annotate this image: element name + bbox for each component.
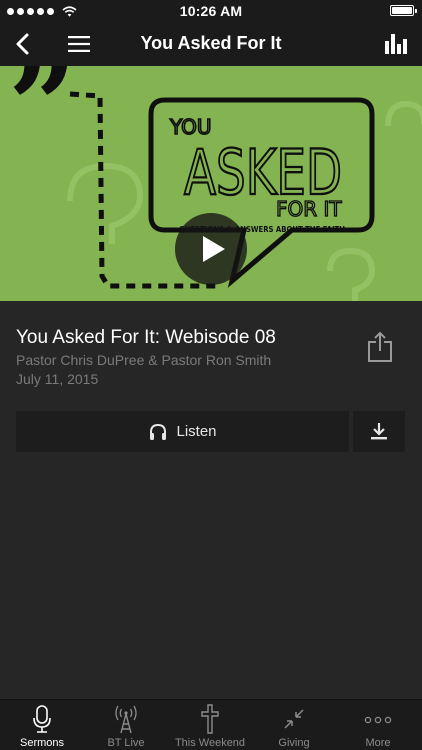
tab-this-weekend[interactable]: This Weekend: [168, 700, 252, 750]
signal-strength-icon: [7, 6, 77, 17]
status-time: 10:26 AM: [179, 3, 243, 19]
tab-sermons[interactable]: Sermons: [0, 700, 84, 750]
play-button[interactable]: [175, 213, 247, 285]
collapse-arrows-icon: [284, 709, 304, 729]
tab-giving[interactable]: Giving: [252, 700, 336, 750]
episode-speakers: Pastor Chris DuPree & Pastor Ron Smith: [16, 352, 272, 368]
cross-icon: [201, 704, 219, 734]
art-line-3: FOR IT: [276, 197, 342, 221]
episode-title: You Asked For It: Webisode 08: [16, 327, 276, 348]
tab-bt-live[interactable]: BT Live: [84, 700, 168, 750]
listen-button[interactable]: Listen: [16, 411, 349, 452]
status-bar: 10:26 AM: [0, 0, 422, 22]
episode-date: July 11, 2015: [16, 371, 99, 387]
microphone-icon: [33, 705, 51, 733]
tab-label: This Weekend: [174, 737, 246, 749]
battery-icon: [390, 5, 417, 16]
navigation-bar: You Asked For It: [0, 22, 422, 66]
download-button[interactable]: [353, 411, 405, 452]
tab-label: Giving: [278, 737, 310, 749]
more-dots-icon: [364, 716, 392, 724]
tab-label: Sermons: [19, 737, 65, 749]
page-title: You Asked For It: [140, 33, 282, 53]
share-icon[interactable]: [366, 331, 394, 363]
tab-label: BT Live: [107, 737, 145, 749]
download-icon: [371, 423, 387, 440]
bar-chart-icon[interactable]: [384, 31, 408, 55]
tab-bar: Sermons BT Live This Weekend Giving More: [0, 699, 422, 750]
tab-label: More: [365, 737, 391, 749]
tab-more[interactable]: More: [336, 700, 420, 750]
wifi-icon: [62, 6, 77, 17]
broadcast-tower-icon: [115, 705, 137, 734]
listen-label: Listen: [176, 423, 217, 440]
play-icon: [203, 236, 225, 262]
quote-mark-icon: ”: [8, 66, 77, 177]
sermon-artwork: ” YOU ASKED FOR IT QUESTIONS & ANSWERS A…: [0, 66, 422, 301]
headphones-icon: [150, 423, 167, 440]
